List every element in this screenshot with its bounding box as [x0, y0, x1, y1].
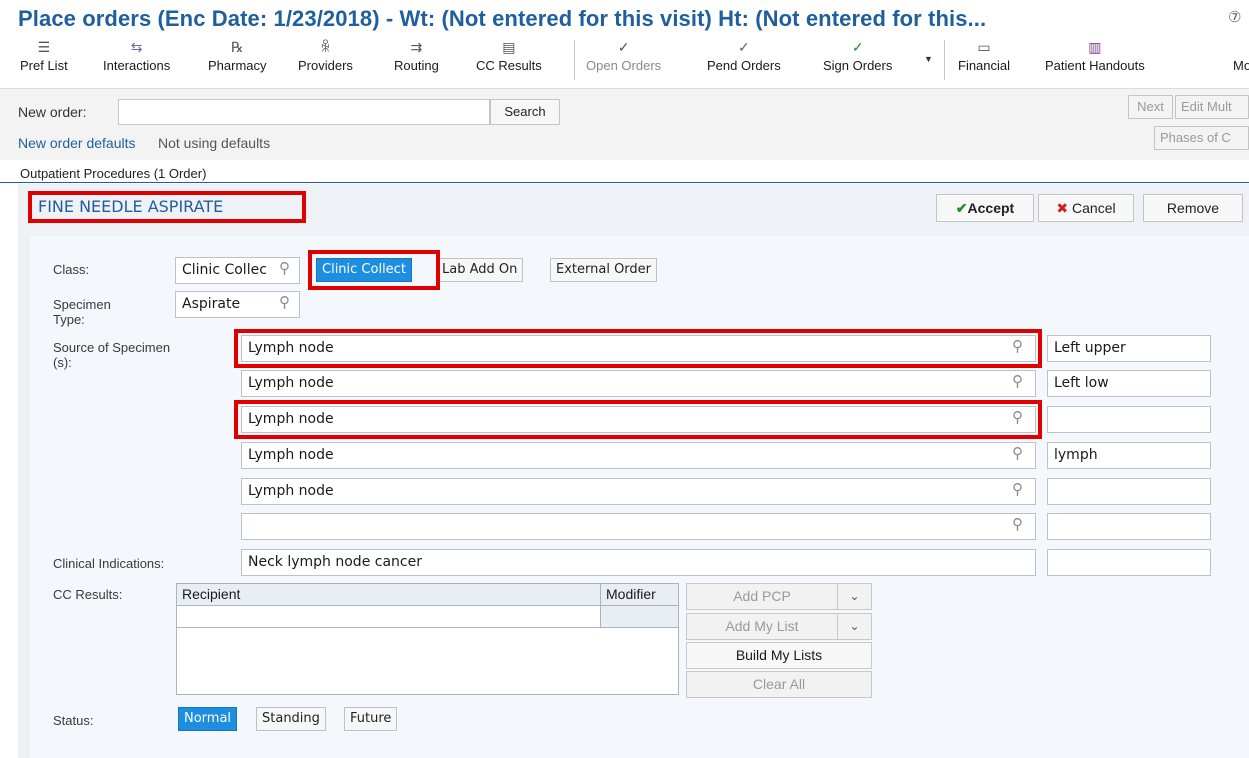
- help-icon[interactable]: ⑦: [1228, 8, 1248, 28]
- clinical-indications-field[interactable]: Neck lymph node cancer: [241, 549, 1036, 576]
- source-comment-4[interactable]: lymph: [1047, 442, 1211, 469]
- list-icon: ☰: [37, 39, 51, 55]
- source-field-3[interactable]: Lymph node: [241, 406, 1036, 433]
- search-icon[interactable]: ⚲: [279, 293, 290, 311]
- status-label: Status:: [53, 713, 94, 728]
- checkmark-icon: ✔: [955, 200, 968, 216]
- window-title: Place orders (Enc Date: 1/23/2018) - Wt:…: [18, 6, 987, 31]
- class-option-lab-add-on[interactable]: Lab Add On: [436, 258, 524, 282]
- new-order-input[interactable]: [118, 99, 490, 125]
- phases-button[interactable]: Phases of C: [1154, 126, 1249, 150]
- providers-button[interactable]: ꆜ Providers: [298, 36, 353, 73]
- search-icon[interactable]: ⚲: [1012, 480, 1023, 498]
- search-icon[interactable]: ⚲: [1012, 444, 1023, 462]
- cancel-button[interactable]: ✖ Cancel: [1038, 194, 1134, 222]
- section-header: Outpatient Procedures (1 Order): [0, 163, 1249, 183]
- status-option-future[interactable]: Future: [344, 707, 398, 731]
- routing-icon: ⇉: [410, 39, 423, 55]
- search-icon[interactable]: ⚲: [1012, 408, 1023, 426]
- new-order-label: New order:: [18, 104, 87, 120]
- rx-icon: ℞: [230, 39, 244, 55]
- search-icon[interactable]: ⚲: [1012, 515, 1023, 533]
- sign-orders-dropdown-icon[interactable]: ▼: [924, 54, 933, 64]
- open-orders-icon: ✓: [617, 39, 630, 55]
- search-button[interactable]: Search: [490, 99, 560, 125]
- source-comment-6[interactable]: [1047, 513, 1211, 540]
- checkmark-icon: ✓: [851, 39, 864, 55]
- source-field-5[interactable]: Lymph node: [241, 478, 1036, 505]
- source-of-specimen-label: Source of Specimen (s):: [53, 340, 171, 370]
- next-button[interactable]: Next: [1128, 95, 1173, 119]
- edit-multiple-button[interactable]: Edit Mult: [1175, 95, 1249, 119]
- chevron-down-icon[interactable]: ⌄: [837, 614, 871, 639]
- interactions-button[interactable]: ⇆ Interactions: [103, 36, 170, 73]
- cc-results-table[interactable]: Recipient Modifier: [176, 583, 679, 695]
- status-option-normal[interactable]: Normal: [178, 707, 238, 731]
- clinical-indications-comment[interactable]: [1047, 549, 1211, 576]
- pref-list-button[interactable]: ☰ Pref List: [20, 36, 68, 73]
- accept-button[interactable]: ✔Accept: [936, 194, 1034, 222]
- new-order-defaults-link[interactable]: New order defaults: [18, 135, 136, 151]
- recipient-column-header[interactable]: Recipient: [177, 584, 601, 606]
- handouts-icon: ▥: [1088, 39, 1102, 55]
- source-field-2[interactable]: Lymph node: [241, 370, 1036, 397]
- order-name: FINE NEEDLE ASPIRATE: [38, 197, 224, 216]
- modifier-column-header[interactable]: Modifier: [601, 584, 678, 606]
- patient-handouts-button[interactable]: ▥ Patient Handouts: [1045, 36, 1145, 73]
- sign-orders-button[interactable]: ✓ Sign Orders: [823, 36, 892, 73]
- add-my-list-button[interactable]: Add My List ⌄: [686, 613, 872, 640]
- source-field-6[interactable]: [241, 513, 1036, 540]
- cc-results-button[interactable]: ▤ CC Results: [476, 36, 542, 73]
- toolbar-separator: [574, 40, 575, 80]
- source-comment-2[interactable]: Left low: [1047, 370, 1211, 397]
- source-comment-1[interactable]: Left upper: [1047, 335, 1211, 362]
- pharmacy-button[interactable]: ℞ Pharmacy: [208, 36, 267, 73]
- clear-all-button[interactable]: Clear All: [686, 671, 872, 698]
- table-row[interactable]: [177, 606, 678, 628]
- source-field-1[interactable]: Lymph node: [241, 335, 1036, 362]
- search-icon[interactable]: ⚲: [279, 259, 290, 277]
- close-icon: ✖: [1056, 200, 1069, 216]
- source-comment-3[interactable]: [1047, 406, 1211, 433]
- pend-orders-icon: ✓: [737, 39, 750, 55]
- class-label: Class:: [53, 262, 90, 277]
- toolbar: ☰ Pref List ⇆ Interactions ℞ Pharmacy ꆜ …: [0, 36, 1249, 84]
- search-icon[interactable]: ⚲: [1012, 372, 1023, 390]
- source-comment-5[interactable]: [1047, 478, 1211, 505]
- financial-button[interactable]: ▭ Financial: [958, 36, 1010, 73]
- remove-button[interactable]: Remove: [1143, 194, 1243, 222]
- document-icon: ▤: [502, 39, 516, 55]
- toolbar-separator: [944, 40, 945, 80]
- interactions-icon: ⇆: [130, 39, 143, 55]
- money-icon: ▭: [977, 39, 991, 55]
- chevron-down-icon[interactable]: ⌄: [837, 584, 871, 609]
- class-option-clinic-collect[interactable]: Clinic Collect: [316, 258, 412, 282]
- source-field-4[interactable]: Lymph node: [241, 442, 1036, 469]
- defaults-status: Not using defaults: [158, 135, 271, 151]
- modifier-cell[interactable]: [600, 606, 678, 627]
- clinical-indications-label: Clinical Indications:: [53, 556, 165, 571]
- open-orders-button[interactable]: ✓ Open Orders: [586, 36, 661, 73]
- specimen-type-label: Specimen Type:: [53, 297, 111, 327]
- search-icon[interactable]: ⚲: [1012, 337, 1023, 355]
- routing-button[interactable]: ⇉ Routing: [394, 36, 439, 73]
- pend-orders-button[interactable]: ✓ Pend Orders: [707, 36, 781, 73]
- build-my-lists-button[interactable]: Build My Lists: [686, 642, 872, 669]
- providers-icon: ꆜ: [319, 39, 331, 55]
- status-option-standing[interactable]: Standing: [256, 707, 326, 731]
- class-option-external-order[interactable]: External Order: [550, 258, 658, 282]
- add-pcp-button[interactable]: Add PCP ⌄: [686, 583, 872, 610]
- cc-results-label: CC Results:: [53, 587, 123, 602]
- more-button[interactable]: Mo: [1233, 36, 1249, 73]
